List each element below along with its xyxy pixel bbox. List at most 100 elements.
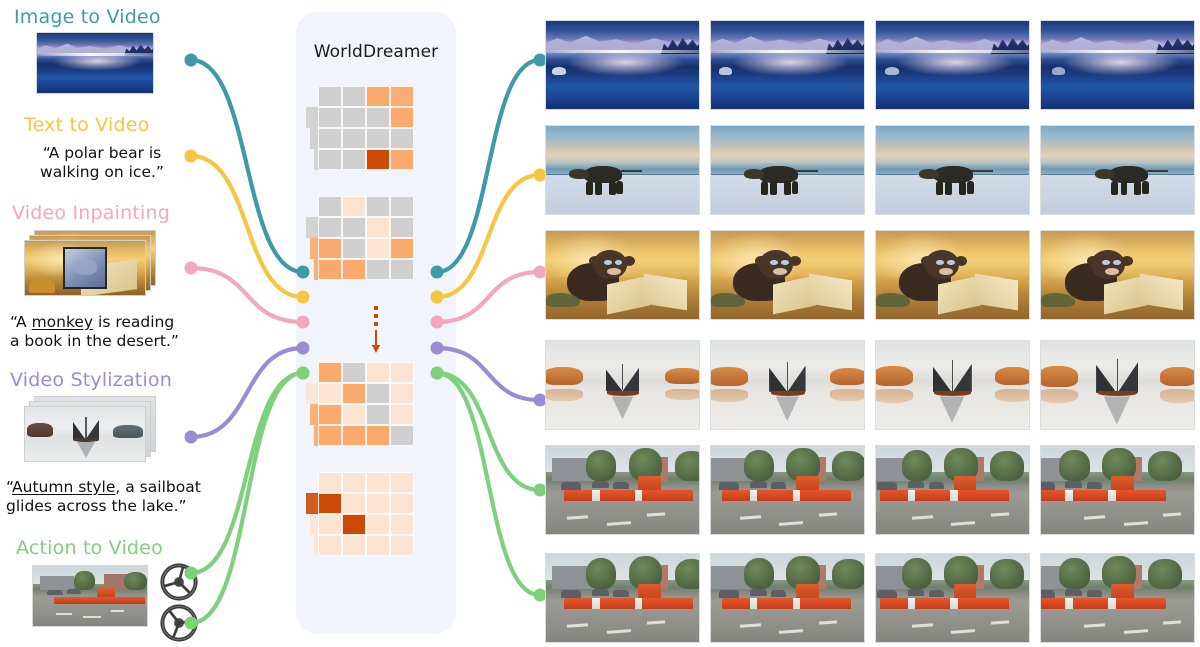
token-grid-2 [306, 196, 430, 290]
token-grid-step [310, 404, 318, 425]
output-frame-bear-1 [545, 125, 700, 215]
token-cell [366, 425, 390, 446]
token-cell-offset [390, 196, 414, 217]
task-title-action-to-video: Action to Video [16, 537, 163, 559]
connector-left-video-inpainting [188, 265, 306, 325]
task-thumbnail-video-stylization [24, 396, 164, 462]
token-cell [318, 472, 342, 493]
token-cell [390, 514, 414, 535]
scene-lake [1041, 21, 1194, 109]
token-cell [366, 128, 390, 149]
token-cell [366, 238, 390, 259]
scene-lake [546, 21, 699, 109]
task-thumbnail-video-inpainting [24, 230, 164, 296]
scene-polar-bear [711, 126, 864, 214]
token-cell [390, 149, 414, 170]
token-cell-offset [390, 86, 414, 107]
figure-canvas: Image to Video Text to Video “A polar be… [0, 0, 1200, 647]
token-grid-step [314, 149, 318, 170]
task-prompt-text-to-video: “A polar bear is walking on ice.” [40, 144, 164, 182]
output-frame-lake-4 [1040, 20, 1195, 110]
token-cell [318, 107, 342, 128]
output-frame-lake-3 [875, 20, 1030, 110]
output-frame-lake-2 [710, 20, 865, 110]
steering-wheel-icon-2 [160, 604, 198, 642]
token-grid-step [306, 383, 318, 404]
output-frame-street-2 [710, 553, 865, 643]
scene-street [711, 554, 864, 642]
token-cell [366, 383, 390, 404]
scene-sailboat [876, 341, 1029, 429]
task-prompt-video-inpainting: “A monkey is reading a book in the deser… [10, 313, 179, 351]
task-thumbnail-image-to-video [36, 32, 154, 94]
token-cell [318, 425, 342, 446]
token-grid-step [310, 128, 318, 149]
module-title: WorldDreamer [313, 42, 439, 62]
scene-monkey [546, 231, 699, 319]
token-grid-3 [306, 362, 430, 456]
token-cell [390, 404, 414, 425]
scene-monkey [711, 231, 864, 319]
token-cell [342, 383, 366, 404]
task-title-video-inpainting: Video Inpainting [12, 202, 170, 224]
token-cell [366, 362, 390, 383]
token-cell [342, 86, 366, 107]
token-grid-step [306, 217, 318, 238]
scene-polar-bear [876, 126, 1029, 214]
task-prompt-video-stylization: “Autumn style, a sailboat glides across … [6, 478, 201, 516]
scene-street [546, 554, 699, 642]
token-cell [390, 259, 414, 280]
token-cell [390, 128, 414, 149]
output-frame-street-3 [875, 553, 1030, 643]
token-grid-step [310, 514, 318, 535]
output-frame-bear-2 [710, 125, 865, 215]
token-cell [318, 238, 342, 259]
token-cell [366, 149, 390, 170]
token-cell [318, 493, 342, 514]
connector-dot-left-in-image-to-video [184, 53, 198, 67]
token-cell [366, 86, 390, 107]
token-cell [318, 86, 342, 107]
connector-left-image-to-video [188, 57, 306, 275]
scene-monkey [1041, 231, 1194, 319]
token-cell [318, 404, 342, 425]
token-grid-1 [306, 86, 430, 180]
token-cell [342, 514, 366, 535]
token-cell [318, 259, 342, 280]
scene-sailboat [546, 341, 699, 429]
token-cell [390, 425, 414, 446]
connector-left-action-to-video [188, 370, 306, 576]
output-frame-monkey-4 [1040, 230, 1195, 320]
output-frame-street-2 [710, 445, 865, 535]
connector-dot-left-in-video-inpainting [184, 261, 198, 275]
token-cell [366, 404, 390, 425]
scene-sailboat [1041, 341, 1194, 429]
token-cell [342, 217, 366, 238]
token-grid-step [306, 493, 318, 514]
token-cell [366, 196, 390, 217]
output-frame-street-1 [545, 553, 700, 643]
scene-street [876, 554, 1029, 642]
token-cell [318, 535, 342, 556]
token-cell [318, 514, 342, 535]
token-cell [318, 196, 342, 217]
output-frame-bear-4 [1040, 125, 1195, 215]
task-title-text-to-video: Text to Video [24, 114, 150, 136]
task-title-video-stylization: Video Stylization [10, 369, 172, 391]
scene-sailboat [711, 341, 864, 429]
output-frame-street-4 [1040, 553, 1195, 643]
token-cell [390, 493, 414, 514]
token-grid-step [314, 535, 318, 556]
token-cell [342, 107, 366, 128]
connector-dot-left-in-video-stylization [184, 430, 198, 444]
scene-street [546, 446, 699, 534]
token-cell [342, 238, 366, 259]
token-cell [366, 514, 390, 535]
token-cell [390, 217, 414, 238]
token-cell [318, 128, 342, 149]
output-frame-bear-3 [875, 125, 1030, 215]
output-frame-monkey-1 [545, 230, 700, 320]
task-thumbnail-action-to-video [32, 565, 148, 627]
token-cell [366, 217, 390, 238]
token-cell [342, 493, 366, 514]
